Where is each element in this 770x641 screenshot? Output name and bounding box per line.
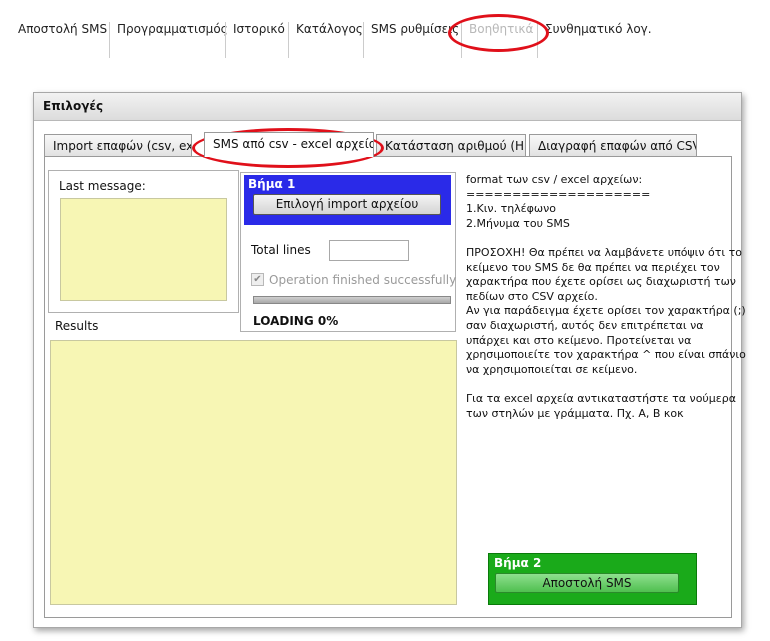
last-message-group: Last message: — [48, 170, 239, 313]
tab-sms-from-csv[interactable]: SMS από csv - excel αρχείο — [204, 132, 374, 157]
total-lines-field[interactable] — [329, 240, 409, 261]
loading-text: LOADING 0% — [253, 314, 339, 328]
step1-group: Βήμα 1 Επιλογή import αρχείου Total line… — [240, 172, 456, 332]
instruction-line — [466, 231, 746, 246]
menu-item-send-sms[interactable]: Αποστολή SMS — [18, 22, 107, 58]
step1-title: Βήμα 1 — [248, 177, 296, 191]
instruction-line: ==================== — [466, 187, 651, 201]
menu-separator — [461, 22, 462, 58]
step2-group: Βήμα 2 Αποστολή SMS — [488, 553, 697, 605]
step2-title: Βήμα 2 — [494, 556, 542, 570]
instruction-line: format των csv / excel αρχείων: — [466, 173, 643, 186]
panel-title: Επιλογές — [34, 93, 741, 121]
results-label: Results — [55, 319, 99, 333]
menu-separator — [109, 22, 110, 58]
menu-item-scheduling[interactable]: Προγραμματισμός — [117, 22, 228, 58]
tab-delete-contacts-csv[interactable]: Διαγραφή επαφών από CSV — [529, 134, 697, 156]
instruction-line — [466, 377, 746, 392]
instruction-line: ΠΡΟΣΟΧΗ! Θα πρέπει να λαμβάνετε υπόψιν ό… — [466, 245, 746, 303]
instruction-line: Αν για παράδειγμα έχετε ορίσει τον χαρακ… — [466, 304, 750, 376]
menu-item-history[interactable]: Ιστορικό — [233, 22, 285, 58]
csv-format-instructions: format των csv / excel αρχείων: =========… — [466, 173, 746, 421]
instruction-line: 1.Κιν. τηλέφωνο — [466, 202, 556, 216]
send-sms-button[interactable]: Αποστολή SMS — [495, 573, 679, 593]
operation-checkbox[interactable]: ✔ — [251, 273, 264, 286]
last-message-label: Last message: — [59, 179, 146, 193]
last-message-area[interactable] — [60, 198, 227, 301]
menu-separator — [288, 22, 289, 58]
tab-import-contacts[interactable]: Import επαφών (csv, excel) — [44, 134, 192, 156]
operation-status-label: Operation finished successfully — [269, 273, 457, 287]
instruction-line: 2.Μήνυμα του SMS — [466, 216, 570, 230]
menu-separator — [225, 22, 226, 58]
menu-separator — [363, 22, 364, 58]
tab-number-status-hlr[interactable]: Κατάσταση αριθμού (HLR) — [376, 134, 526, 156]
menu-item-password[interactable]: Συνθηματικό λογ. — [545, 22, 652, 58]
menu-separator — [537, 22, 538, 58]
choose-import-file-button[interactable]: Επιλογή import αρχείου — [253, 194, 441, 215]
results-area[interactable] — [50, 340, 457, 605]
menu-item-sms-settings[interactable]: SMS ρυθμίσεις — [371, 22, 459, 58]
instruction-line: Για τα excel αρχεία αντικαταστήστε τα νο… — [466, 391, 740, 420]
total-lines-label: Total lines — [251, 243, 311, 257]
loading-progress-bar — [253, 296, 451, 304]
menu-item-utilities[interactable]: Βοηθητικά — [469, 22, 533, 58]
step1-header: Βήμα 1 Επιλογή import αρχείου — [244, 175, 451, 225]
menu-item-catalog[interactable]: Κατάλογος — [296, 22, 363, 58]
